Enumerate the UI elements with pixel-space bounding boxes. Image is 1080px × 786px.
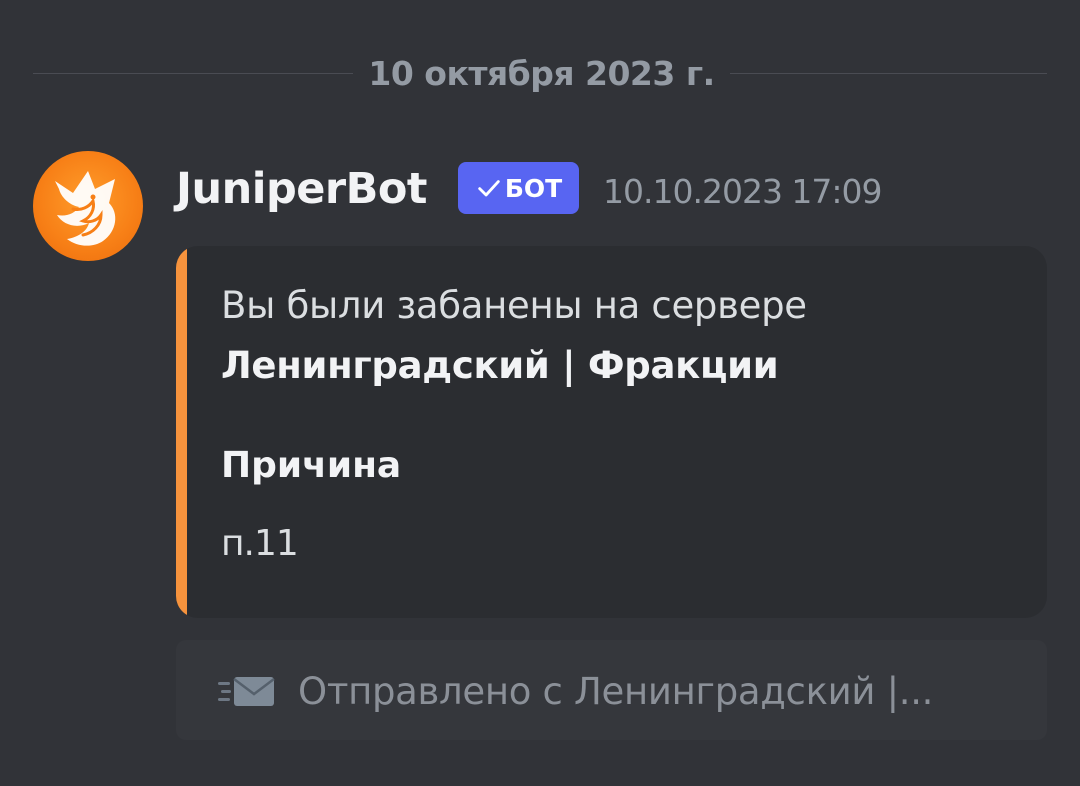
embed-field-value: п.11 — [221, 523, 299, 564]
embed: Вы были забанены на сервере Ленинградски… — [176, 246, 1047, 618]
avatar[interactable] — [33, 151, 143, 261]
divider-line-left — [33, 73, 353, 74]
author-username[interactable]: JuniperBot — [176, 163, 427, 215]
embed-server-name: Ленинградский | Фракции — [221, 344, 779, 387]
embed-accent-bar — [176, 246, 187, 618]
embed-description: Вы были забанены на сервере Ленинградски… — [221, 276, 1021, 396]
message-timestamp[interactable]: 10.10.2023 17:09 — [603, 169, 883, 215]
envelope-icon — [218, 677, 275, 706]
date-divider-label: 10 октября 2023 г. — [368, 54, 715, 93]
date-divider: 10 октября 2023 г. — [33, 52, 1047, 96]
embed-description-text: Вы были забанены на сервере — [221, 284, 807, 327]
embed-field-name: Причина — [221, 445, 402, 486]
footer-text: Отправлено с Ленинградский |... — [298, 670, 934, 713]
bot-tag: БОТ — [458, 162, 579, 214]
divider-line-right — [730, 73, 1047, 74]
bot-tag-label: БОТ — [504, 173, 563, 203]
checkmark-icon — [478, 180, 500, 197]
fox-logo-icon — [55, 171, 116, 246]
